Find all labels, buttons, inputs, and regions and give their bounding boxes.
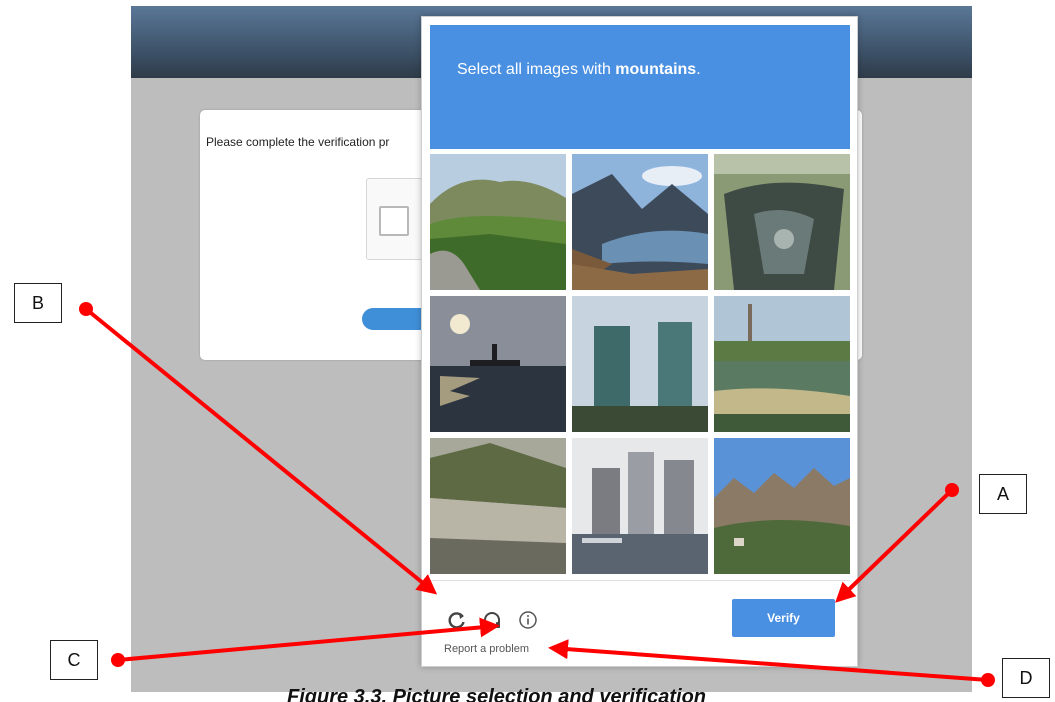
callout-c: C	[50, 640, 98, 680]
info-icon[interactable]	[517, 609, 539, 631]
headphones-icon[interactable]	[481, 609, 503, 631]
callout-d: D	[1002, 658, 1050, 698]
captcha-checkbox-widget	[366, 178, 426, 260]
screenshot-stage: Please complete the verification pr Sele…	[0, 0, 1055, 702]
prompt-keyword: mountains	[615, 61, 697, 78]
callout-b: B	[14, 283, 62, 323]
image-grid	[430, 154, 850, 574]
callout-a: A	[979, 474, 1027, 514]
image-tile-rocky-peaks[interactable]	[714, 438, 850, 574]
image-tile-city-marina[interactable]	[572, 438, 708, 574]
reload-icon[interactable]	[446, 609, 468, 631]
captcha-challenge-dialog: Select all images with mountains. Report…	[421, 16, 858, 667]
captcha-header: Select all images with mountains.	[430, 25, 850, 149]
image-tile-mountain-valley[interactable]	[430, 154, 566, 290]
image-tile-mountain-lake[interactable]	[572, 154, 708, 290]
image-tile-hillside-town[interactable]	[430, 438, 566, 574]
image-tile-pond[interactable]	[714, 154, 850, 290]
footer-divider	[430, 580, 850, 581]
figure-caption: Figure 3.3. Picture selection and verifi…	[287, 686, 707, 702]
verification-text: Please complete the verification pr	[206, 135, 390, 149]
captcha-prompt: Select all images with mountains.	[457, 61, 701, 79]
prompt-prefix: Select all images with	[457, 61, 616, 78]
report-problem-link[interactable]: Report a problem	[444, 643, 529, 655]
verify-button[interactable]: Verify	[732, 599, 835, 637]
image-tile-lake-shore[interactable]	[714, 296, 850, 432]
arrow-d-origin	[981, 673, 995, 687]
arrow-c-origin	[111, 653, 125, 667]
image-tile-sunset-statue[interactable]	[430, 296, 566, 432]
captcha-checkbox[interactable]	[379, 206, 409, 236]
image-tile-twin-towers[interactable]	[572, 296, 708, 432]
prompt-suffix: .	[696, 61, 701, 78]
arrow-b-origin	[79, 302, 93, 316]
